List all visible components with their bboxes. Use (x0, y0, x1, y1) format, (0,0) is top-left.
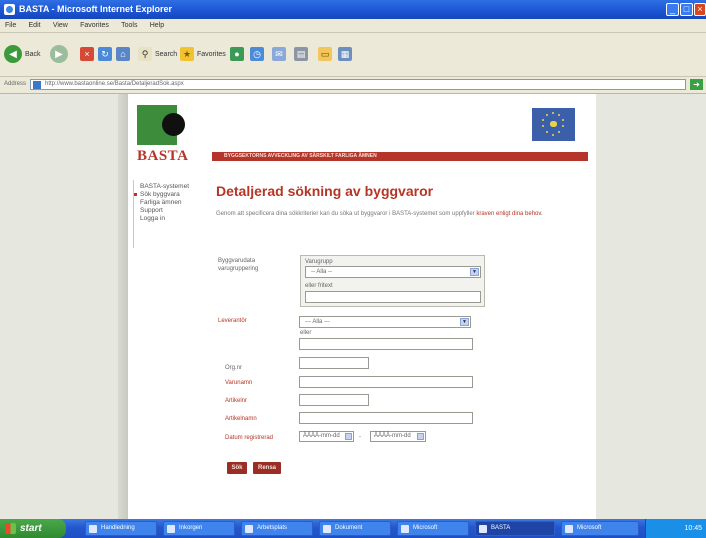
search-submit-button[interactable]: Sök (227, 462, 247, 474)
mail-button[interactable]: ✉ (272, 47, 286, 61)
taskbar: start Handledning Inkorgen Arbetsplats D… (0, 519, 706, 538)
date-to-select[interactable]: ÅÅÅÅ-mm-dd (370, 431, 426, 442)
favorites-button[interactable]: ★ Favorites (180, 47, 226, 61)
product-input[interactable] (299, 376, 473, 388)
chevron-down-icon (417, 433, 424, 440)
group-label: Byggvarudata varugruppering (218, 258, 259, 272)
clear-button[interactable]: Rensa (253, 462, 281, 474)
stop-icon: × (80, 47, 94, 61)
page-shadow (118, 94, 128, 519)
home-icon: ⌂ (116, 47, 130, 61)
nav-item-basta-systemet[interactable]: BASTA-systemet (133, 183, 205, 191)
page-title: Detaljerad sökning av byggvaror (216, 183, 434, 199)
stop-button[interactable]: × (80, 47, 94, 61)
basta-logo-dot (162, 113, 185, 136)
date-separator: - (359, 434, 361, 440)
star-icon: ★ (180, 47, 194, 61)
taskbar-item-active[interactable]: BASTA (475, 521, 555, 536)
start-button[interactable]: start (0, 519, 66, 538)
product-label: Varunamn (225, 380, 253, 386)
forward-button[interactable]: ▶ (50, 45, 68, 63)
menu-edit[interactable]: Edit (24, 19, 46, 32)
taskbar-item[interactable]: Arbetsplats (241, 521, 313, 536)
group-select[interactable]: -- Alla -- ▼ (305, 266, 481, 278)
go-button[interactable]: ➜ (690, 79, 703, 90)
close-button[interactable]: × (694, 3, 706, 16)
article-label: Artikelnr (225, 398, 248, 404)
messenger-button[interactable]: ▦ (338, 47, 352, 61)
article-input[interactable] (299, 394, 369, 406)
group-or-label: eller fritext (305, 283, 333, 289)
windows-flag-icon (5, 523, 16, 534)
home-button[interactable]: ⌂ (116, 47, 130, 61)
intro-body: Genom att specificera dina sökkriterier … (216, 211, 475, 217)
search-button[interactable]: ⚲ Search (138, 47, 177, 61)
address-bar: Address http://www.bastaonline.se/Basta/… (0, 77, 706, 94)
taskbar-item[interactable]: Handledning (85, 521, 157, 536)
search-icon: ⚲ (138, 47, 152, 61)
intro-text: Genom att specificera dina sökkriterier … (216, 210, 576, 218)
media-icon: ● (230, 47, 244, 61)
print-icon: ▤ (294, 47, 308, 61)
nav-item-support[interactable]: Support (133, 207, 205, 215)
taskbar-item[interactable]: Inkorgen (163, 521, 235, 536)
nav-item-sok-byggvara[interactable]: Sök byggvara (133, 191, 205, 199)
side-navigation: BASTA-systemet Sök byggvara Farliga ämne… (133, 183, 205, 223)
media-button[interactable]: ● (230, 47, 244, 61)
identifier-input[interactable] (299, 412, 473, 424)
menu-view[interactable]: View (48, 19, 73, 32)
brand-name: BASTA (137, 148, 189, 164)
browser-toolbar: ◀ Back ▶ × ↻ ⌂ ⚲ Search ★ Favorites ● ◷ … (0, 33, 706, 77)
minimize-button[interactable]: _ (666, 3, 679, 16)
chevron-down-icon (345, 433, 352, 440)
address-label: Address (4, 81, 27, 87)
menu-bar: File Edit View Favorites Tools Help (0, 19, 706, 33)
supplier-label: Leverantör (218, 318, 247, 324)
clock: 10:45 (684, 525, 702, 532)
address-input[interactable]: http://www.bastaonline.se/Basta/Detaljer… (30, 79, 686, 90)
eu-flag-icon (532, 108, 575, 141)
refresh-icon: ↻ (98, 47, 112, 61)
group-sub-label: Varugrupp (305, 259, 333, 265)
history-button[interactable]: ◷ (250, 47, 264, 61)
taskbar-item[interactable]: Microsoft (561, 521, 639, 536)
intro-link[interactable]: kraven enligt dina behov. (476, 211, 542, 217)
back-arrow-icon: ◀ (4, 45, 22, 63)
group-freetext-input[interactable] (305, 291, 481, 303)
orgnr-label: Org.nr (225, 365, 243, 371)
date-label: Datum registrerad (225, 435, 274, 441)
folder-button[interactable]: ▭ (318, 47, 332, 61)
history-icon: ◷ (250, 47, 264, 61)
taskbar-item[interactable]: Microsoft (397, 521, 469, 536)
mail-icon: ✉ (272, 47, 286, 61)
menu-favorites[interactable]: Favorites (75, 19, 114, 32)
supplier-freetext-input[interactable] (299, 338, 473, 350)
page-icon (33, 81, 41, 89)
menu-tools[interactable]: Tools (116, 19, 142, 32)
forward-arrow-icon: ▶ (50, 45, 68, 63)
folder-icon: ▭ (318, 47, 332, 61)
supplier-select[interactable]: --- Alla --- ▼ (299, 316, 471, 328)
title-bar: BASTA - Microsoft Internet Explorer _ □ … (0, 0, 706, 19)
back-button[interactable]: ◀ Back (4, 45, 41, 63)
menu-help[interactable]: Help (145, 19, 169, 32)
maximize-button[interactable]: □ (680, 3, 693, 16)
refresh-button[interactable]: ↻ (98, 47, 112, 61)
messenger-icon: ▦ (338, 47, 352, 61)
system-tray: 10:45 (645, 519, 706, 538)
taskbar-item[interactable]: Dokument (319, 521, 391, 536)
nav-item-logga-in[interactable]: Logga in (133, 215, 205, 223)
print-button[interactable]: ▤ (294, 47, 308, 61)
window-title: BASTA - Microsoft Internet Explorer (19, 4, 173, 14)
ie-icon (4, 4, 15, 15)
nav-item-farliga-amnen[interactable]: Farliga ämnen (133, 199, 205, 207)
site-banner: BYGGSEKTORNS AVVECKLING AV SÄRSKILT FARL… (212, 152, 588, 161)
supplier-or-label: eller (300, 330, 312, 336)
orgnr-input[interactable] (299, 357, 369, 369)
date-from-select[interactable]: ÅÅÅÅ-mm-dd (299, 431, 354, 442)
identifier-label: Artikelnamn (225, 416, 257, 422)
menu-file[interactable]: File (0, 19, 21, 32)
chevron-down-icon: ▼ (460, 318, 469, 326)
chevron-down-icon: ▼ (470, 268, 479, 276)
